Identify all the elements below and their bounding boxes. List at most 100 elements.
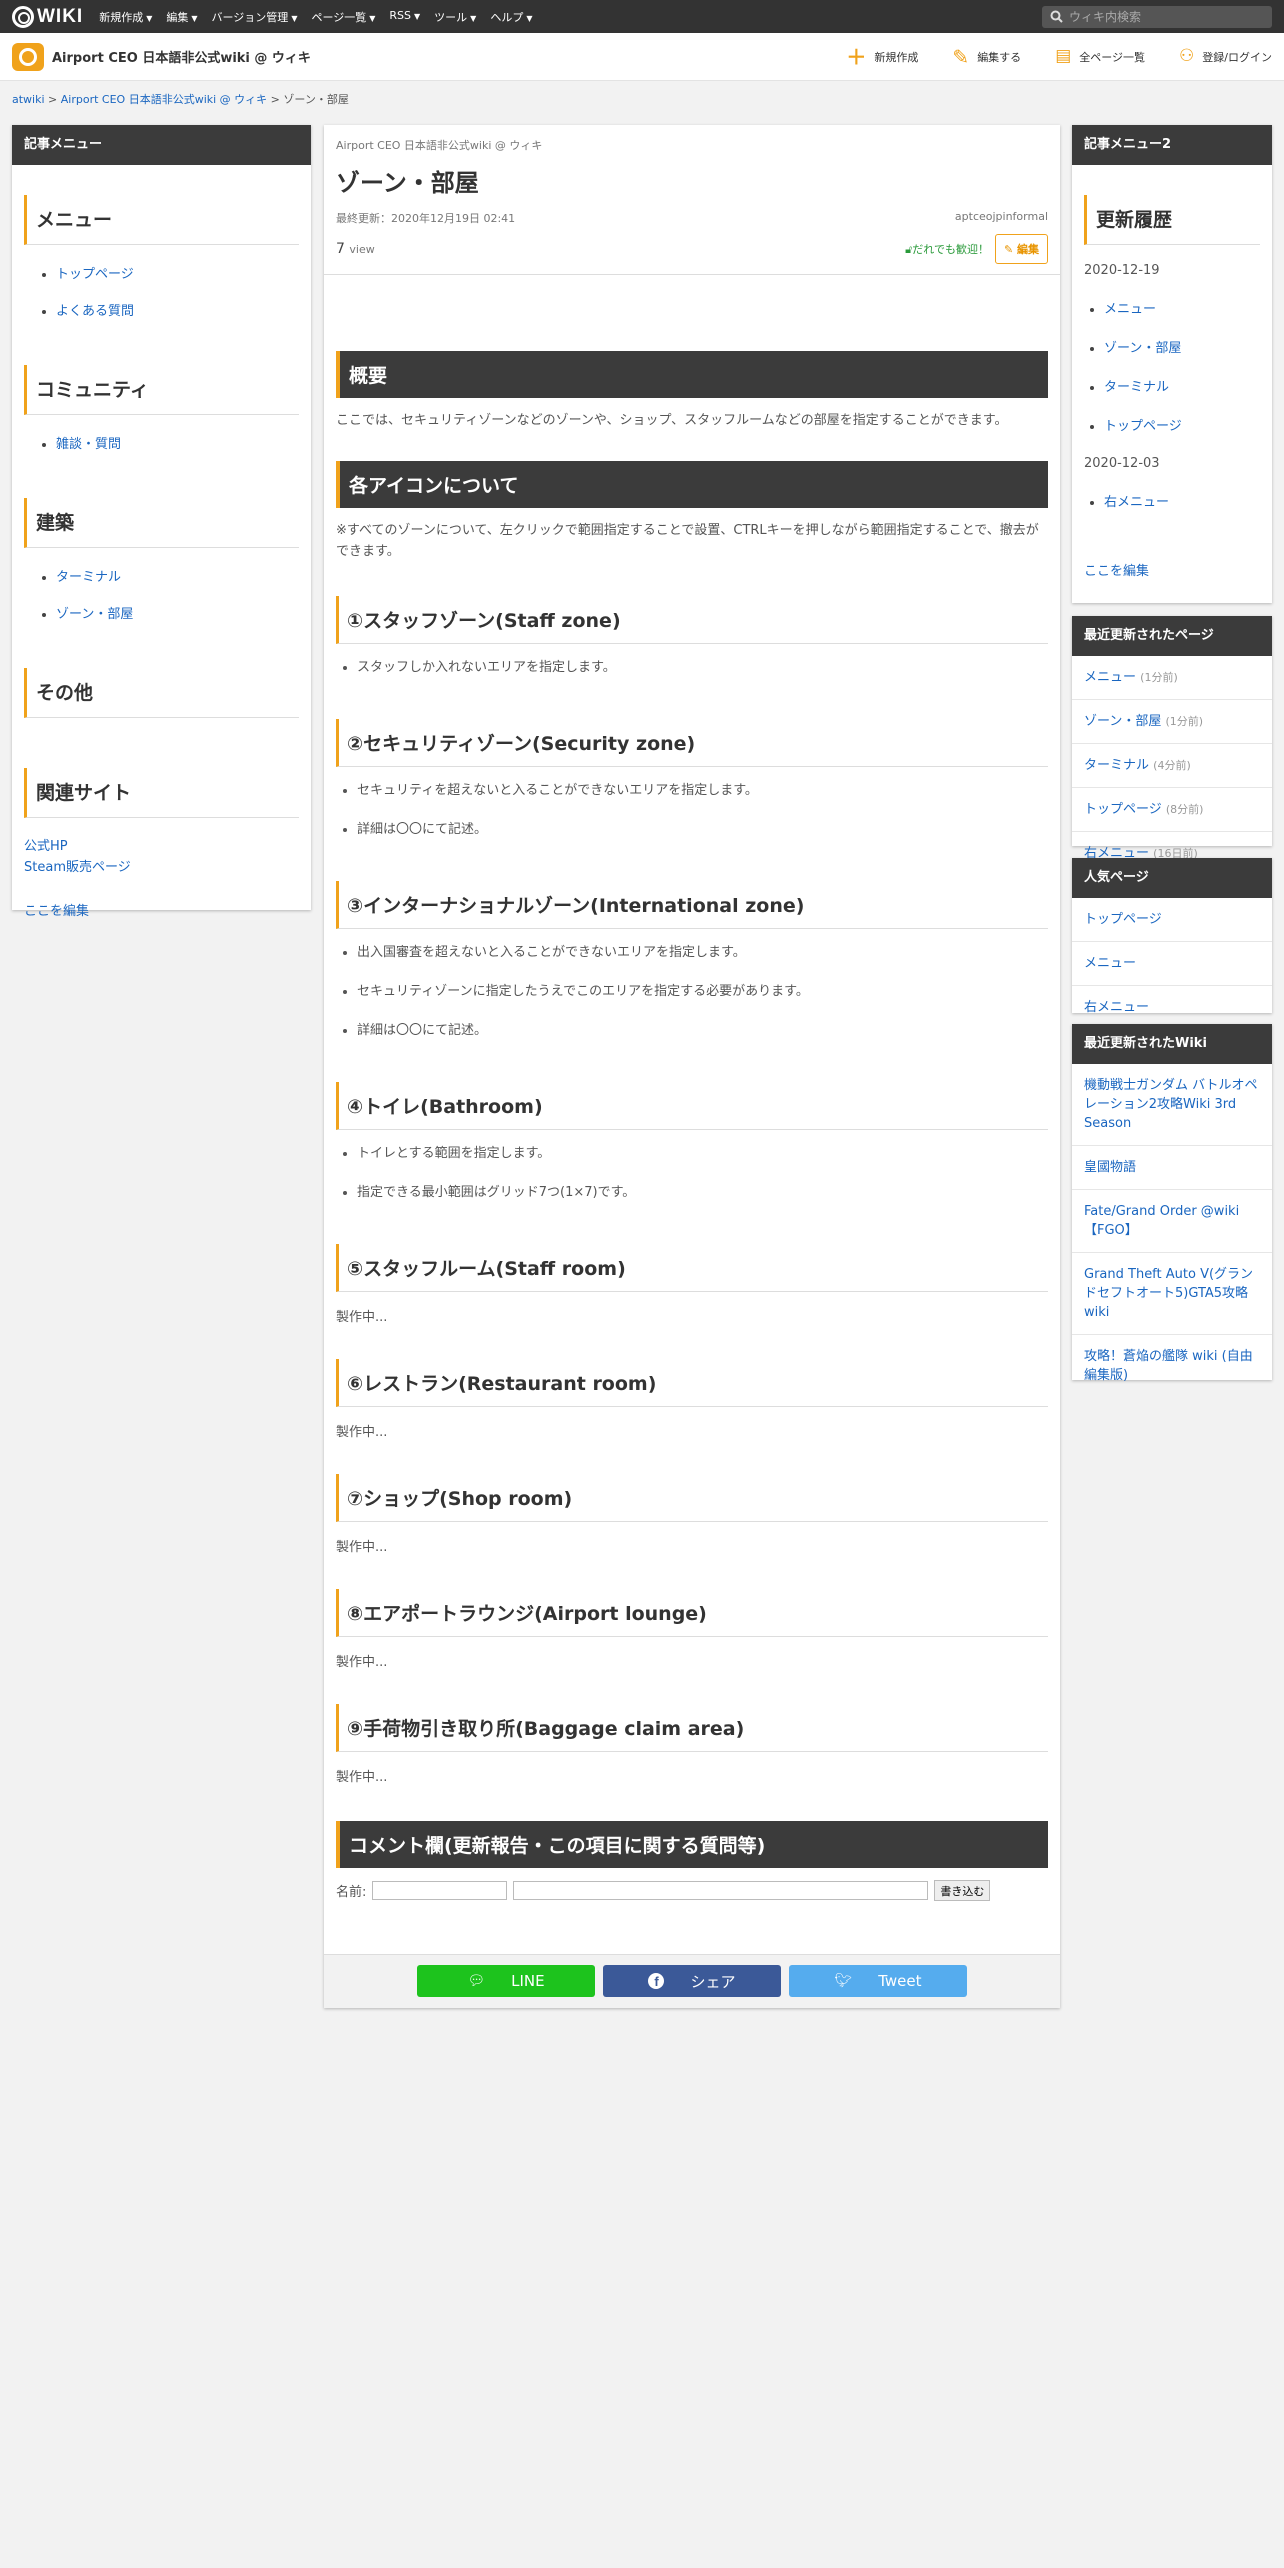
list-item: トップページ	[1104, 415, 1260, 434]
menu-label: 編集	[166, 10, 189, 24]
recent-wiki-item[interactable]: 攻略！蒼焔の艦隊 wiki (自由編集版)	[1072, 1335, 1272, 1397]
recent-page-link[interactable]: メニュー	[1084, 670, 1136, 685]
article-edit-button[interactable]: ✎ 編集	[994, 234, 1048, 264]
page-title: ゾーン・部屋	[336, 169, 479, 197]
history-link[interactable]: トップページ	[1104, 419, 1182, 434]
list-item: 右メニュー	[1104, 491, 1260, 510]
left-menu-link-chat[interactable]: 雑談・質問	[56, 437, 121, 452]
menu-pages[interactable]: ページ一覧 ▼	[311, 9, 375, 25]
recent-page-ago: (4分前)	[1153, 759, 1191, 772]
login-button[interactable]: ⚇ 登録/ログイン	[1179, 47, 1272, 67]
global-topbar: WIKI 新規作成 ▼ 編集 ▼ バージョン管理 ▼ ページ一覧 ▼ RSS ▼ ツール ▼…	[0, 0, 1284, 33]
document-icon: ▤	[1055, 46, 1072, 66]
right-menu-header: 記事メニュー2	[1072, 125, 1272, 165]
recent-page-item[interactable]: ゾーン・部屋 (1分前)	[1072, 700, 1272, 744]
facebook-share-button[interactable]: f シェア	[603, 1965, 781, 1997]
line-share-button[interactable]: 💬︎ LINE	[417, 1965, 595, 1997]
recent-page-item[interactable]: トップページ (8分前)	[1072, 788, 1272, 832]
menu-label: ツール	[434, 10, 468, 24]
site-logo-icon[interactable]	[12, 42, 44, 71]
left-menu-header: 記事メニュー	[12, 125, 311, 165]
recent-wiki-link[interactable]: Grand Theft Auto V(グランドセフトオート5)GTA5攻略wik…	[1084, 1267, 1253, 1320]
view-row: 7 view 🔓︎だれでも歓迎！ ✎ 編集	[336, 234, 1048, 264]
comment-body-input[interactable]	[513, 1881, 929, 1900]
subsection-heading: ①スタッフゾーン(Staff zone)	[336, 596, 1048, 644]
popular-page-item[interactable]: メニュー	[1072, 942, 1272, 986]
official-site-link[interactable]: 公式HP	[24, 836, 299, 857]
menu-label: ヘルプ	[490, 10, 524, 24]
all-pages-button[interactable]: ▤ 全ページ一覧	[1055, 47, 1145, 67]
popular-page-link[interactable]: メニュー	[1084, 956, 1136, 971]
recent-page-link[interactable]: ターミナル	[1084, 758, 1149, 773]
recent-page-item[interactable]: メニュー (1分前)	[1072, 656, 1272, 700]
right-menu-edit-link[interactable]: ここを編集	[1084, 560, 1260, 579]
breadcrumb-root-link[interactable]: atwiki	[12, 93, 45, 106]
menu-edit[interactable]: 編集 ▼	[166, 9, 197, 25]
history-link[interactable]: メニュー	[1104, 302, 1156, 317]
subsection-heading: ②セキュリティゾーン(Security zone)	[336, 719, 1048, 767]
recent-page-link[interactable]: トップページ	[1084, 802, 1162, 817]
recent-wiki-item[interactable]: Fate/Grand Order @wiki 【FGO】	[1072, 1190, 1272, 1253]
right-menu-panel: 記事メニュー2 更新履歴 2020-12-19 メニュー ゾーン・部屋 ターミナ…	[1072, 125, 1272, 603]
update-history-heading: 更新履歴	[1084, 195, 1260, 245]
menu-help[interactable]: ヘルプ ▼	[490, 9, 532, 25]
edit-page-button[interactable]: ✎ 編集する	[952, 47, 1021, 67]
recent-wiki-link[interactable]: 機動戦士ガンダム バトルオペレーション2攻略Wiki 3rd Season	[1084, 1078, 1258, 1131]
history-link[interactable]: ゾーン・部屋	[1104, 341, 1181, 356]
login-label: 登録/ログイン	[1202, 50, 1272, 64]
recent-page-link[interactable]: ゾーン・部屋	[1084, 714, 1161, 729]
recent-wiki-item[interactable]: Grand Theft Auto V(グランドセフトオート5)GTA5攻略wik…	[1072, 1253, 1272, 1335]
recent-wiki-item[interactable]: 機動戦士ガンダム バトルオペレーション2攻略Wiki 3rd Season	[1072, 1064, 1272, 1146]
popular-page-link[interactable]: 右メニュー	[1084, 1000, 1149, 1015]
recent-wiki-link[interactable]: Fate/Grand Order @wiki 【FGO】	[1084, 1204, 1239, 1238]
list-item: 出入国審査を超えないと入ることができないエリアを指定します。	[357, 941, 1048, 960]
menu-version[interactable]: バージョン管理 ▼	[212, 9, 298, 25]
menu-label: RSS	[389, 8, 412, 22]
left-menu-link-zones[interactable]: ゾーン・部屋	[56, 607, 133, 622]
recent-wiki-link[interactable]: 皇國物語	[1084, 1160, 1136, 1175]
list-item: トップページ	[56, 263, 299, 282]
section-heading-overview: 概要	[336, 351, 1048, 398]
list-item: ゾーン・部屋	[56, 603, 299, 622]
comment-submit-button[interactable]: 書き込む	[934, 1880, 991, 1901]
section-heading: コミュニティ	[24, 365, 299, 415]
header-actions: ＋ 新規作成 ✎ 編集する ▤ 全ページ一覧 ⚇ 登録/ログイン	[846, 47, 1272, 67]
breadcrumb: atwiki > Airport CEO 日本語非公式wiki @ ウィキ > …	[12, 93, 349, 106]
list-item: 雑談・質問	[56, 433, 299, 452]
left-menu-link-top[interactable]: トップページ	[56, 267, 134, 282]
left-menu-link-terminal[interactable]: ターミナル	[56, 570, 121, 585]
menu-new[interactable]: 新規作成 ▼	[99, 9, 152, 25]
menu-tools[interactable]: ツール ▼	[434, 9, 476, 25]
left-menu-link-faq[interactable]: よくある質問	[56, 304, 134, 319]
section-heading: メニュー	[24, 195, 299, 245]
menu-rss[interactable]: RSS ▼	[389, 9, 420, 25]
site-title[interactable]: Airport CEO 日本語非公式wiki @ ウィキ	[52, 47, 311, 66]
icons-text: ※すべてのゾーンについて、左クリックで範囲指定することで設置、CTRLキーを押し…	[336, 523, 1039, 559]
history-link[interactable]: ターミナル	[1104, 380, 1169, 395]
comment-name-input[interactable]	[372, 1881, 508, 1900]
subsection-heading: ⑥レストラン(Restaurant room)	[336, 1359, 1048, 1407]
caret-down-icon: ▼	[146, 13, 153, 23]
view-number: 7	[336, 241, 345, 257]
recent-page-item[interactable]: ターミナル (4分前)	[1072, 744, 1272, 788]
history-link[interactable]: 右メニュー	[1104, 495, 1169, 510]
list-item: トイレとする範囲を指定します。	[357, 1142, 1048, 1161]
recent-wiki-link[interactable]: 攻略！蒼焔の艦隊 wiki (自由編集版)	[1084, 1349, 1253, 1383]
left-menu-edit-link[interactable]: ここを編集	[24, 900, 299, 919]
recent-wiki-item[interactable]: 皇國物語	[1072, 1146, 1272, 1190]
steam-store-link[interactable]: Steam販売ページ	[24, 857, 299, 878]
section-heading-comments: コメント欄(更新報告・この項目に関する質問等)	[336, 1821, 1048, 1868]
breadcrumb-site-link[interactable]: Airport CEO 日本語非公式wiki @ ウィキ	[61, 93, 267, 106]
search-input[interactable]	[1069, 9, 1259, 24]
popular-page-item[interactable]: トップページ	[1072, 898, 1272, 942]
menu-label: 新規作成	[99, 10, 144, 24]
atwiki-logo[interactable]: WIKI	[12, 5, 83, 28]
name-label: 名前:	[336, 1885, 367, 1900]
twitter-share-button[interactable]: 🐦︎ Tweet	[789, 1965, 967, 1997]
subsection-heading: ④トイレ(Bathroom)	[336, 1082, 1048, 1130]
subsection-heading: ⑦ショップ(Shop room)	[336, 1474, 1048, 1522]
history-date: 2020-12-19	[1084, 263, 1160, 278]
popular-page-link[interactable]: トップページ	[1084, 912, 1162, 927]
new-page-button[interactable]: ＋ 新規作成	[846, 47, 918, 67]
popular-page-item[interactable]: 右メニュー	[1072, 986, 1272, 1029]
